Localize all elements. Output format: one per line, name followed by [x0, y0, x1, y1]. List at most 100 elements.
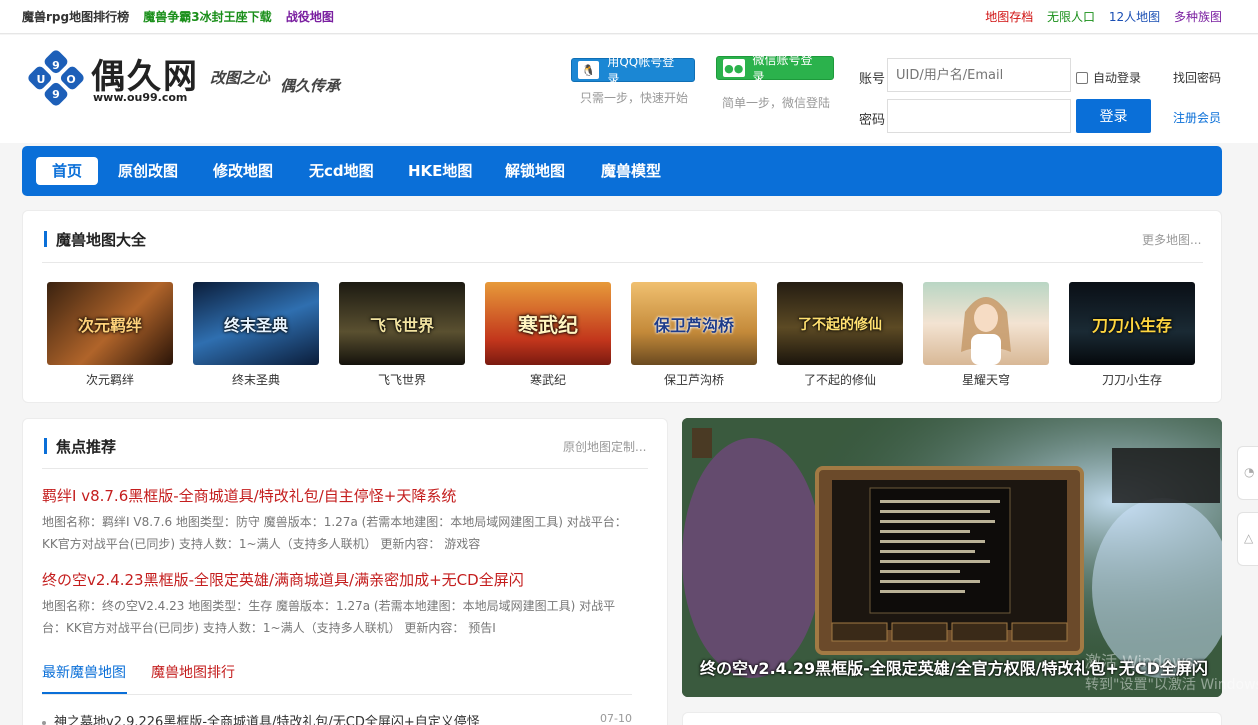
svg-text:9: 9	[52, 59, 60, 72]
game-card[interactable]: 次元羁绊 次元羁绊	[47, 282, 173, 388]
game-card[interactable]: 星耀天穹	[923, 282, 1049, 388]
auto-login-checkbox[interactable]	[1076, 71, 1088, 84]
svg-text:O: O	[66, 73, 75, 86]
game-thumbnail[interactable]	[923, 282, 1049, 365]
focus-panel: 焦点推荐 原创地图定制... 羁绊I v8.7.6黑框版-全商城道具/特改礼包/…	[22, 418, 668, 725]
watermark-line1: 激活 Windows	[1085, 652, 1194, 671]
game-name[interactable]: 寒武纪	[485, 371, 611, 388]
game-thumbnail[interactable]: 飞飞世界	[339, 282, 465, 365]
maps-more-link[interactable]: 更多地图...	[1142, 231, 1201, 248]
list-item[interactable]: 神之墓地v2.9.226黑框版-全商城道具/特改礼包/无CD全屏闪+自定义停怪 …	[42, 711, 632, 725]
game-name[interactable]: 飞飞世界	[339, 371, 465, 388]
top-link-campaign[interactable]: 战役地图	[286, 10, 334, 24]
top-bar: 魔兽rpg地图排行榜 魔兽争霸3冰封王座下载 战役地图 地图存档 无限人口 12…	[0, 0, 1258, 34]
qq-login-button[interactable]: 🐧 用QQ帐号登录	[571, 55, 695, 86]
tab-latest-maps[interactable]: 最新魔兽地图	[42, 662, 126, 682]
login-button[interactable]: 登录	[1076, 99, 1151, 133]
password-label: 密码	[859, 113, 886, 128]
tab-map-ranking[interactable]: 魔兽地图排行	[151, 662, 235, 682]
slogan-2: 偶久传承	[280, 77, 341, 95]
game-name[interactable]: 星耀天穹	[923, 371, 1049, 388]
game-thumbnail[interactable]: 次元羁绊	[47, 282, 173, 365]
side-float-tool[interactable]: △	[1237, 512, 1258, 566]
logo-mark-icon: 9 U O 9	[28, 50, 84, 106]
tab-divider	[42, 694, 632, 695]
game-card[interactable]: 终末圣典 终末圣典	[193, 282, 319, 388]
maps-panel: 魔兽地图大全 更多地图... 次元羁绊 次元羁绊 终末圣典 终末圣典 飞飞世界 …	[22, 210, 1222, 403]
maps-divider	[42, 262, 1203, 263]
game-thumb-text: 次元羁绊	[77, 315, 142, 335]
qq-login-label: 用QQ帐号登录	[607, 55, 675, 86]
account-input[interactable]	[887, 58, 1071, 92]
wechat-login-label: 微信账号登录	[752, 53, 813, 84]
game-thumb-text: 终末圣典	[223, 315, 288, 335]
game-card[interactable]: 寒武纪 寒武纪	[485, 282, 611, 388]
nav-models[interactable]: 魔兽模型	[601, 157, 661, 185]
auto-login[interactable]: 自动登录	[1076, 69, 1141, 86]
bullet-icon	[42, 720, 46, 725]
anime-girl-illustration	[961, 297, 1011, 365]
game-thumbnail[interactable]: 寒武纪	[485, 282, 611, 365]
nav-unlock[interactable]: 解锁地图	[505, 157, 565, 185]
top-link-multirace[interactable]: 多种族图	[1174, 10, 1222, 24]
focus-item-desc: 地图名称：终の空V2.4.23 地图类型：生存 魔兽版本：1.27a (若需本地…	[42, 599, 616, 635]
top-link-12-player[interactable]: 12人地图	[1109, 10, 1160, 24]
top-link-download[interactable]: 魔兽争霸3冰封王座下载	[143, 10, 271, 24]
slogan-1: 改图之心	[210, 69, 271, 87]
nav-no-cd[interactable]: 无cd地图	[309, 157, 374, 185]
forgot-password-link[interactable]: 找回密码	[1173, 69, 1221, 86]
list-item-title: 神之墓地v2.9.226黑框版-全商城道具/特改礼包/无CD全屏闪+自定义停怪	[54, 715, 480, 725]
focus-item-desc: 地图名称：羁绊I V8.7.6 地图类型：防守 魔兽版本：1.27a (若需本地…	[42, 515, 627, 551]
logo-url: www.ou99.com	[93, 91, 188, 104]
game-thumb-text: 飞飞世界	[369, 315, 434, 335]
nav-hke[interactable]: HKE地图	[408, 157, 472, 185]
watermark-line2: 转到"设置"以激活 Windows。	[1085, 677, 1258, 693]
account-label: 账号	[859, 72, 886, 87]
game-card[interactable]: 了不起的修仙 了不起的修仙	[777, 282, 903, 388]
game-name[interactable]: 保卫芦沟桥	[631, 371, 757, 388]
nav-original[interactable]: 原创改图	[118, 157, 178, 185]
slogan: 改图之心 偶久传承	[210, 63, 350, 99]
nav-modified[interactable]: 修改地图	[213, 157, 273, 185]
main-nav: 首页 原创改图 修改地图 无cd地图 HKE地图 解锁地图 魔兽模型	[22, 146, 1222, 196]
game-name[interactable]: 了不起的修仙	[777, 371, 903, 388]
game-card[interactable]: 刀刀小生存 刀刀小生存	[1069, 282, 1195, 388]
maps-panel-title: 魔兽地图大全	[44, 229, 146, 250]
game-thumb-text: 寒武纪	[518, 313, 578, 337]
game-thumbnail[interactable]: 终末圣典	[193, 282, 319, 365]
game-thumbnail[interactable]: 刀刀小生存	[1069, 282, 1195, 365]
game-name[interactable]: 刀刀小生存	[1069, 371, 1195, 388]
wechat-icon: ●●	[723, 59, 745, 77]
list-item-date: 07-10	[600, 712, 632, 725]
focus-more-link[interactable]: 原创地图定制...	[563, 438, 646, 455]
register-link[interactable]: 注册会员	[1173, 109, 1221, 126]
top-link-unlimited[interactable]: 无限人口	[1047, 10, 1095, 24]
game-card[interactable]: 飞飞世界 飞飞世界	[339, 282, 465, 388]
top-link-rank[interactable]: 魔兽rpg地图排行榜	[22, 10, 129, 24]
focus-panel-title: 焦点推荐	[44, 436, 116, 457]
focus-item-title[interactable]: 羁绊I v8.7.6黑框版-全商城道具/特改礼包/自主停怪+天降系统	[42, 485, 456, 506]
game-thumb-text: 保卫芦沟桥	[653, 315, 734, 335]
auto-login-label: 自动登录	[1093, 71, 1142, 85]
side-tool-icon: △	[1244, 531, 1254, 545]
nav-home[interactable]: 首页	[36, 157, 99, 185]
focus-item-title[interactable]: 终の空v2.4.23黑框版-全限定英雄/满商城道具/满亲密加成+无CD全屏闪	[42, 569, 524, 590]
next-panel	[682, 712, 1222, 725]
top-link-saves[interactable]: 地图存档	[985, 10, 1033, 24]
game-thumbnail[interactable]: 了不起的修仙	[777, 282, 903, 365]
side-float-tool[interactable]: ◔	[1237, 446, 1258, 500]
site-header: 9 U O 9 偶久网 www.ou99.com 改图之心 偶久传承 🐧 用QQ…	[0, 35, 1258, 143]
game-card[interactable]: 保卫芦沟桥 保卫芦沟桥	[631, 282, 757, 388]
game-name[interactable]: 终末圣典	[193, 371, 319, 388]
wechat-login-tip: 简单一步，微信登陆	[722, 96, 831, 110]
site-logo[interactable]: 9 U O 9 偶久网 www.ou99.com	[25, 47, 205, 111]
password-input[interactable]	[887, 99, 1071, 133]
qq-icon: 🐧	[578, 61, 600, 79]
svg-text:U: U	[37, 73, 46, 86]
focus-divider	[42, 468, 648, 469]
game-thumbnail[interactable]: 保卫芦沟桥	[631, 282, 757, 365]
svg-text:9: 9	[52, 88, 60, 101]
qq-login-tip: 只需一步，快速开始	[580, 91, 689, 105]
wechat-login-button[interactable]: ●● 微信账号登录	[716, 53, 834, 84]
game-name[interactable]: 次元羁绊	[47, 371, 173, 388]
